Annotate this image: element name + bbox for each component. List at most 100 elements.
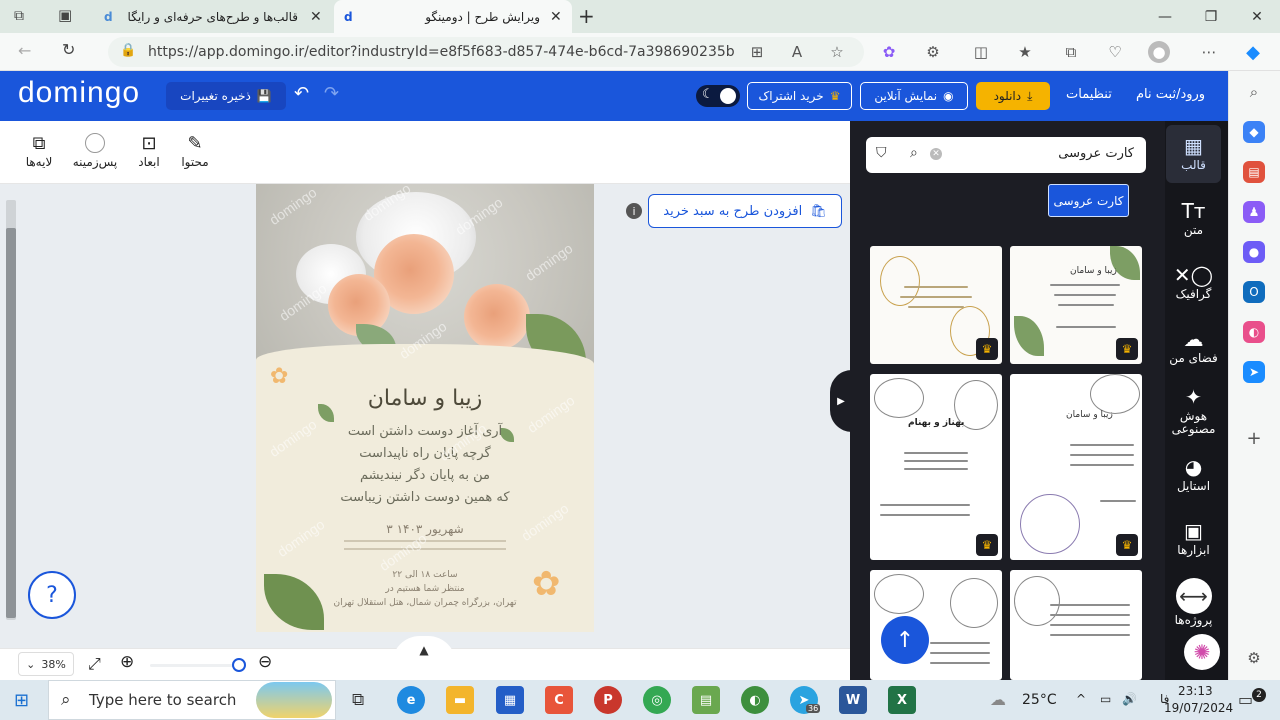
text-line [1054,294,1116,296]
restore-icon[interactable]: ❐ [1188,0,1234,33]
chevron-up-icon[interactable]: ^ [1076,692,1086,706]
canvas-scroll-thumb[interactable] [6,228,16,618]
rail-myspace[interactable]: ☁ فضای من [1166,326,1221,365]
rail-template[interactable]: ▦ قالب [1166,125,1221,183]
profile-avatar[interactable]: ● [1148,41,1170,63]
toolbox-icon[interactable]: ▤ [1243,161,1265,183]
windows-start-icon[interactable]: ⊞ [14,690,29,711]
zoom-slider-knob[interactable] [232,658,246,672]
store-icon[interactable]: ▦ [496,686,524,714]
add-icon[interactable]: + [1243,427,1265,449]
template-thumbnail[interactable]: زیبا و سامان ♛ [1010,374,1142,560]
fit-screen-icon[interactable]: ⤢ [88,654,101,674]
new-tab-button[interactable]: + [578,4,595,28]
scroll-to-top-button[interactable]: ↑ [881,616,929,664]
zoom-out-icon[interactable]: ⊖ [258,652,272,672]
rail-tools[interactable]: ▣ ابزارها [1166,518,1221,557]
save-button[interactable]: ذخیره تغییرات 💾 [166,82,286,110]
search-icon[interactable]: ⌕ [910,145,918,161]
rail-ai[interactable]: ✦ هوش مصنوعی [1166,384,1221,436]
app-c-icon[interactable]: C [545,686,573,714]
help-button[interactable]: ? [28,571,76,619]
zoom-select[interactable]: ⌄ 38% [18,652,74,676]
outlook-icon[interactable]: O [1243,281,1265,303]
download-button[interactable]: دانلود ⤓ [976,82,1050,110]
layers-tool[interactable]: ⧉ لایه‌ها [14,131,64,170]
subscribe-button[interactable]: خرید اشتراک ♛ [747,82,852,110]
split-screen-icon[interactable]: ◫ [970,41,992,63]
edge-app-icon[interactable]: e [397,686,425,714]
template-thumbnail[interactable]: بهناز و بهنام ♛ [870,374,1002,560]
volume-icon[interactable]: 🔊 [1122,692,1137,706]
login-link[interactable]: ورود/ثبت نام [1136,87,1205,102]
tab-actions-icon[interactable]: ▣ [58,6,72,24]
tab-editor[interactable]: d ویرایش طرح | دومینگو ✕ [334,0,572,33]
background-tool[interactable]: پس‌زمینه [70,131,120,169]
template-search-input[interactable]: ⛉ ⌕ ✕ کارت عروسی [866,137,1146,173]
settings-icon[interactable]: ⚙ [1243,647,1265,669]
copilot-app-icon[interactable]: ● [1243,241,1265,263]
close-tab-icon[interactable]: ✕ [310,9,322,25]
clear-search-icon[interactable]: ✕ [930,148,942,160]
chrome-icon[interactable]: ◎ [643,686,671,714]
undo-icon[interactable]: ↶ [294,83,309,104]
refresh-icon[interactable]: ↻ [62,40,75,59]
collections-icon[interactable]: ⧉ [1060,41,1082,63]
settings-link[interactable]: تنظیمات [1066,87,1112,102]
notes-app-icon[interactable]: ▤ [692,686,720,714]
rail-graphic[interactable]: ✕◯ گرافیک [1166,262,1221,301]
read-aloud-icon[interactable]: A [786,41,808,63]
favorite-star-icon[interactable]: ☆ [826,41,848,63]
app-p-icon[interactable]: P [594,686,622,714]
close-tab-icon[interactable]: ✕ [550,9,562,25]
send-icon[interactable]: ➤ [1243,361,1265,383]
redo-icon[interactable]: ↷ [324,83,339,104]
domingo-logo[interactable]: domingo [18,76,140,110]
minimize-icon[interactable]: — [1142,0,1188,33]
close-window-icon[interactable]: ✕ [1234,0,1280,33]
battery-icon[interactable]: ▭ [1100,692,1111,706]
template-thumbnail[interactable]: زیبا و سامان ♛ [1010,246,1142,364]
content-tool[interactable]: ✎ محتوا [170,131,220,170]
ai-brain-icon[interactable]: ✺ [1184,634,1220,670]
designer-icon[interactable]: ◐ [1243,321,1265,343]
dark-mode-toggle[interactable]: ☾ [696,85,740,107]
clock-time[interactable]: 23:13 [1178,684,1213,698]
weather-temp[interactable]: 25°C [1022,692,1057,708]
extensions-icon[interactable]: ⚙ [922,41,944,63]
people-icon[interactable]: ♟ [1243,201,1265,223]
favorites-icon[interactable]: ★ [1014,41,1036,63]
invitation-card[interactable]: ✿ ✿ زیبا و سامان آری آغاز دوست داشتن است… [256,184,594,632]
app-available-icon[interactable]: ⊞ [746,41,768,63]
file-explorer-icon[interactable]: ▬ [446,686,474,714]
globe-app-icon[interactable]: ◐ [741,686,769,714]
add-to-cart-button[interactable]: افزودن طرح به سبد خرید 🛍 [648,194,842,228]
clock-date[interactable]: 19/07/2024 [1164,701,1233,715]
tag-chip[interactable]: کارت عروسی [1048,184,1129,217]
task-view-icon[interactable]: ⧉ [352,690,364,710]
notifications-icon[interactable]: ▭ [1238,690,1253,709]
info-icon[interactable]: i [626,203,642,219]
tag-icon[interactable]: ◆ [1243,121,1265,143]
rail-style[interactable]: ◕ استایل [1166,454,1221,493]
panel-collapse-toggle[interactable]: ▶ [830,370,852,432]
workspaces-icon[interactable]: ⧉ [14,8,24,24]
zoom-slider-track[interactable] [150,664,238,667]
copilot-ext-icon[interactable]: ✿ [878,41,900,63]
more-menu-icon[interactable]: ⋯ [1198,41,1220,63]
excel-icon[interactable]: X [888,686,916,714]
back-icon[interactable]: ← [18,41,31,60]
rail-projects[interactable]: ⟷ پروژه‌ها [1166,578,1221,627]
browser-essentials-icon[interactable]: ♡ [1104,41,1126,63]
online-preview-button[interactable]: نمایش آنلاین ◉ [860,82,968,110]
zoom-in-icon[interactable]: ⊕ [120,652,134,672]
word-icon[interactable]: W [839,686,867,714]
rail-text[interactable]: Tт متن [1166,198,1221,237]
dimensions-tool[interactable]: ⊡ ابعاد [124,131,174,170]
copilot-icon[interactable]: ◆ [1242,41,1264,63]
template-thumbnail[interactable] [1010,570,1142,680]
search-icon[interactable]: ⌕ [1243,81,1265,103]
template-thumbnail[interactable]: ♛ [870,246,1002,364]
tab-templates[interactable]: d قالب‌ها و طرح‌های حرفه‌ای و رایگان ✕ [92,0,332,33]
filter-icon[interactable]: ⛉ [876,145,887,161]
